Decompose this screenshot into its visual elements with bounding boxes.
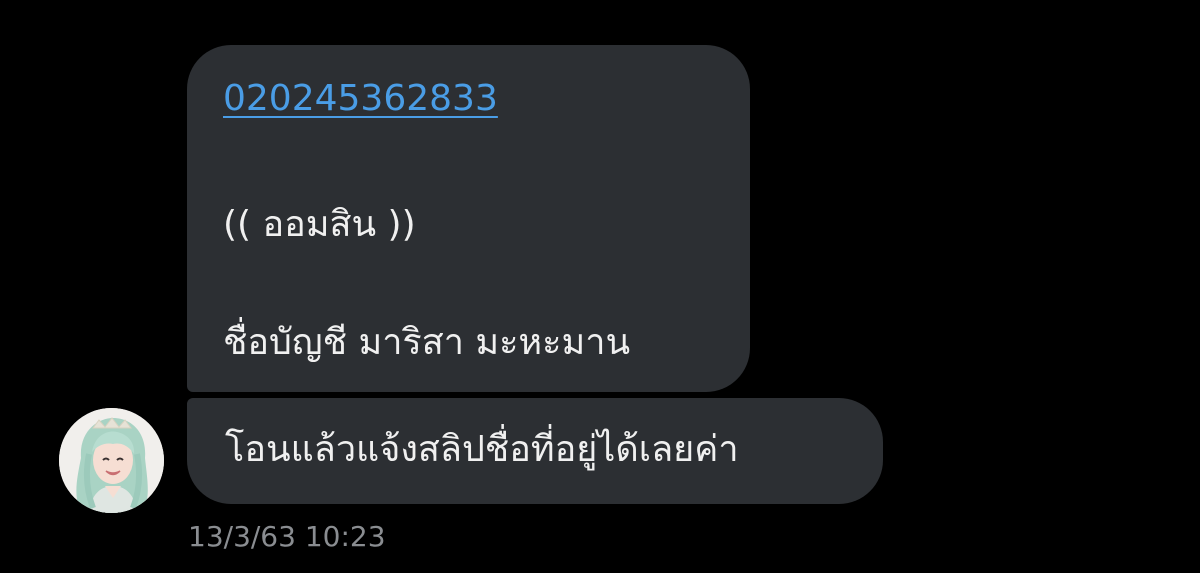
avatar[interactable] <box>59 408 164 513</box>
message-timestamp: 13/3/63 10:23 <box>188 520 386 553</box>
account-number-link[interactable]: 020245362833 <box>223 77 498 121</box>
message-bubble-instruction[interactable]: โอนแล้วแจ้งสลิปชื่อที่อยู่ได้เลยค่า <box>187 398 883 504</box>
chat-thread: 020245362833 (( ออมสิน )) ชื่อบัญชี มาริ… <box>0 0 1200 573</box>
user-avatar-photo-icon <box>59 408 164 513</box>
account-name-text: ชื่อบัญชี มาริสา มะหะมาน <box>223 322 631 363</box>
message-text: โอนแล้วแจ้งสลิปชื่อที่อยู่ได้เลยค่า <box>225 429 739 470</box>
message-bubble-account-info[interactable]: 020245362833 (( ออมสิน )) ชื่อบัญชี มาริ… <box>187 45 750 392</box>
bank-note-text: (( ออมสิน )) <box>223 204 416 245</box>
